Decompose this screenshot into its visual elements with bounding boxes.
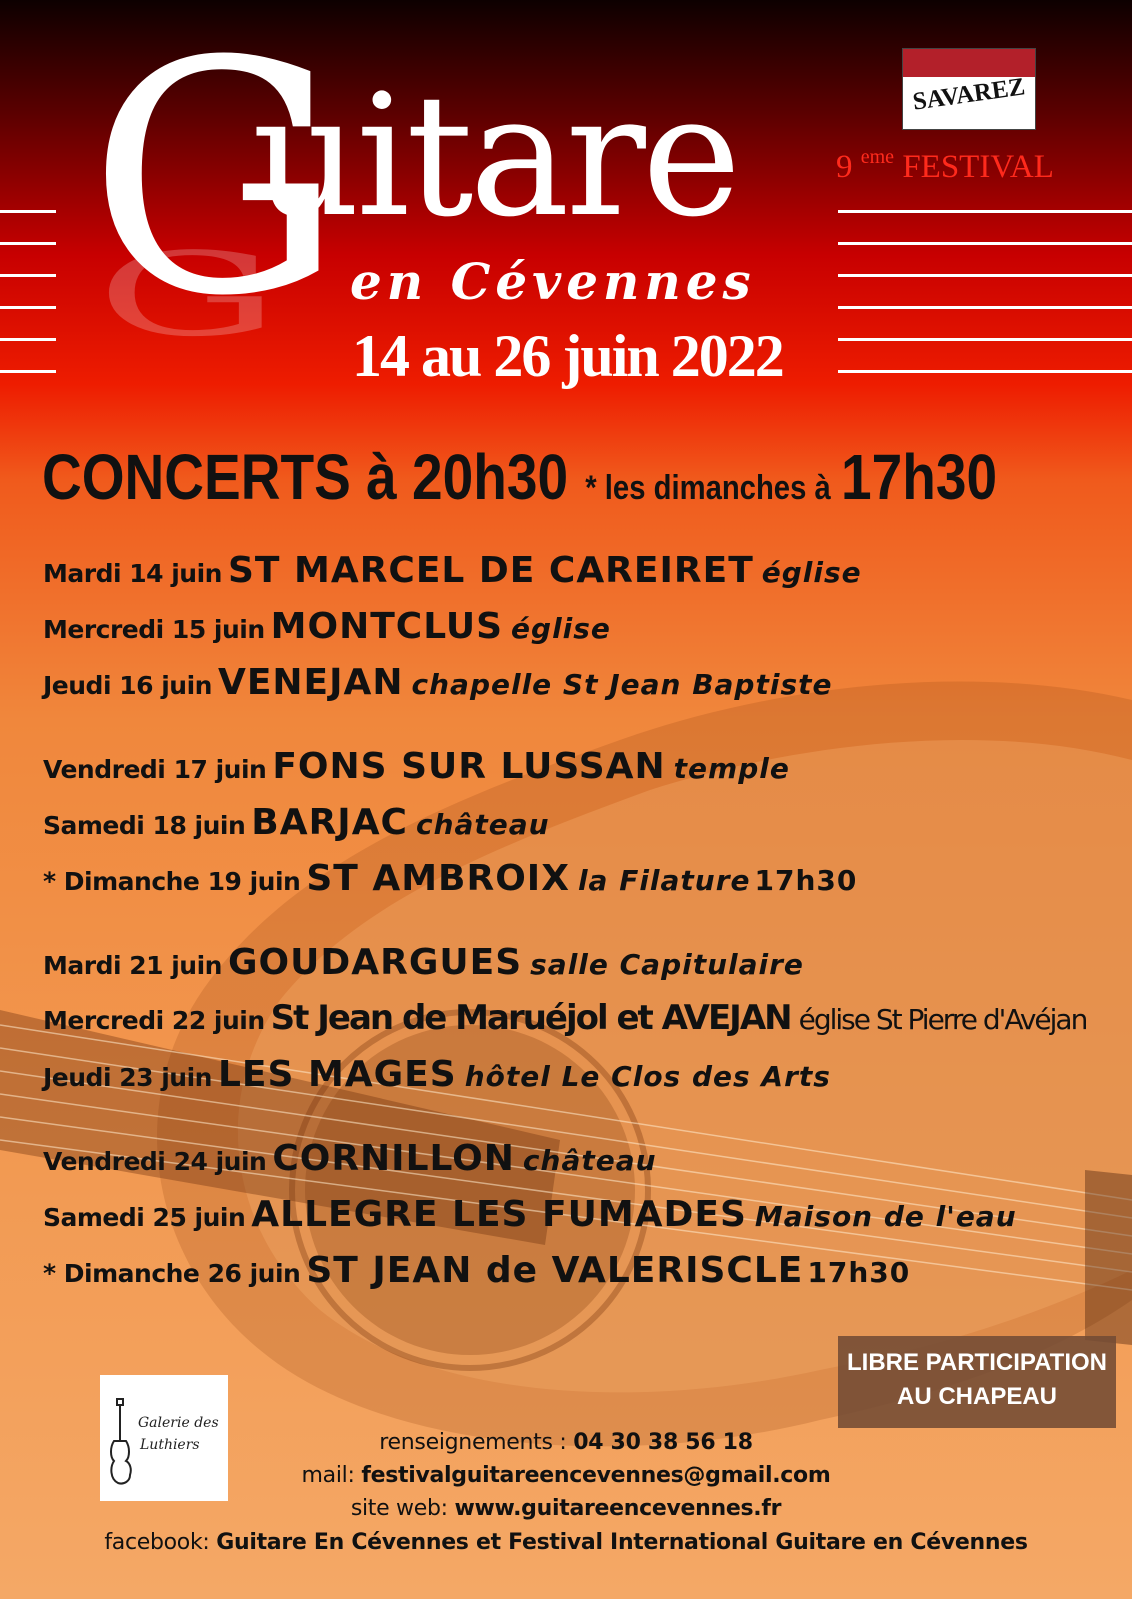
event-row: Vendredi 17 juin FONS SUR LUSSAN temple [43,746,790,787]
contact-website: site web: www.guitareencevennes.fr [0,1496,1132,1521]
event-day: Mardi 21 juin [43,951,222,980]
savarez-logo: SAVAREZ [902,48,1036,130]
email-label: mail: [301,1463,355,1488]
event-venue: château [522,1144,657,1177]
phone-number: 04 30 38 56 18 [573,1430,753,1455]
edition-number: 9 [836,149,853,185]
event-time: 17h30 [754,864,858,897]
event-place: LES MAGES [217,1054,457,1095]
facebook-label: facebook: [104,1530,210,1555]
page-title: uitare [252,58,741,254]
event-venue: Maison de l'eau [754,1200,1017,1233]
stripe [0,242,56,245]
event-venue: église St Pierre d'Avéjan [798,1003,1089,1036]
event-day: Samedi 25 juin [43,1203,246,1232]
festival-dates: 14 au 26 juin 2022 [352,323,785,389]
stripe [838,306,1132,309]
sunday-time: 17h30 [841,441,998,513]
event-row: Samedi 18 juin BARJAC château [43,802,550,843]
festival-poster: SAVAREZ 9 eme FESTIVAL G G uitare en Cév… [0,0,1132,1599]
stripe [838,242,1132,245]
event-day: * Dimanche 19 juin [43,867,301,896]
stripe [0,338,56,341]
logo-word: SAVAREZ [911,73,1027,116]
contact-phone: renseignements : 04 30 38 56 18 [0,1430,1132,1455]
stripe [0,210,56,213]
guitar-bridge [1085,1170,1132,1345]
event-place: CORNILLON [272,1138,515,1179]
event-day: Samedi 18 juin [43,811,246,840]
website-label: site web: [350,1496,448,1521]
stripe [0,274,56,277]
event-venue: église [761,556,862,589]
event-row: Mardi 14 juin ST MARCEL DE CAREIRET église [43,550,862,591]
event-venue: la Filature [577,864,751,897]
edition-word: FESTIVAL [902,149,1054,185]
event-place: ST JEAN de VALERISCLE [306,1250,804,1291]
event-row: Mercredi 22 juin St Jean de Maruéjol et A… [43,998,1089,1038]
event-day: Mercredi 22 juin [43,1006,265,1035]
website-link[interactable]: www.guitareencevennes.fr [454,1496,781,1521]
stripe [838,274,1132,277]
event-place: GOUDARGUES [227,942,523,983]
stripe [838,210,1132,213]
contact-email: mail: festivalguitareencevennes@gmail.co… [0,1463,1132,1488]
participation-line: LIBRE PARTICIPATION [847,1349,1107,1376]
stripe [838,338,1132,341]
event-row: Mardi 21 juin GOUDARGUES salle Capitulaire [43,942,804,983]
stripe [0,306,56,309]
event-row: * Dimanche 19 juin ST AMBROIX la Filature 1… [43,858,857,899]
event-place: BARJAC [251,802,408,843]
edition-suffix: eme [860,146,895,168]
facebook-page[interactable]: Guitare En Cévennes et Festival Internat… [216,1530,1028,1555]
logo-line: Galerie des [138,1415,219,1431]
event-venue: église [511,612,611,645]
event-day: * Dimanche 26 juin [43,1259,301,1288]
event-row: Samedi 25 juin ALLEGRE LES FUMADES Maison … [43,1194,1017,1235]
phone-label: renseignements : [379,1430,567,1455]
logo-band [903,49,1035,77]
participation-line: AU CHAPEAU [896,1383,1057,1410]
event-place: ST MARCEL DE CAREIRET [227,550,754,591]
concert-times: CONCERTS à 20h30 * les dimanches à 17h30 [42,440,997,514]
participation-box: LIBRE PARTICIPATION AU CHAPEAU [838,1336,1116,1428]
event-row: Jeudi 23 juin LES MAGES hôtel Le Clos des … [43,1054,831,1095]
contact-facebook: facebook: Guitare En Cévennes et Festiva… [0,1530,1132,1555]
event-row: Vendredi 24 juin CORNILLON château [43,1138,657,1179]
email-link[interactable]: festivalguitareencevennes@gmail.com [361,1463,830,1488]
stripe [0,370,56,373]
concerts-heading: CONCERTS à 20h30 [42,441,569,513]
event-day: Jeudi 23 juin [43,1063,212,1092]
event-day: Mardi 14 juin [43,559,222,588]
event-day: Mercredi 15 juin [43,615,265,644]
title-region: en Cévennes [350,252,756,311]
event-place: VENEJAN [217,662,404,703]
event-venue: chapelle St Jean Baptiste [411,668,833,701]
event-place: MONTCLUS [270,606,504,647]
event-venue: hôtel Le Clos des Arts [464,1060,831,1093]
event-venue: salle Capitulaire [530,948,804,981]
event-time: 17h30 [807,1256,911,1289]
event-day: Vendredi 24 juin [43,1147,267,1176]
event-place: ALLEGRE LES FUMADES [251,1194,747,1235]
event-place: FONS SUR LUSSAN [272,746,666,787]
event-row: * Dimanche 26 juin ST JEAN de VALERISCLE 1… [43,1250,910,1291]
event-day: Jeudi 16 juin [43,671,212,700]
event-venue: château [415,808,550,841]
edition-label: 9 eme FESTIVAL [836,146,1054,186]
event-place: St Jean de Maruéjol et AVEJAN [270,998,793,1038]
event-row: Jeudi 16 juin VENEJAN chapelle St Jean Bap… [43,662,833,703]
event-place: ST AMBROIX [306,858,570,899]
event-venue: temple [673,752,790,785]
sundays-note: * les dimanches à [585,469,831,507]
stripe [838,370,1132,373]
event-day: Vendredi 17 juin [43,755,267,784]
event-row: Mercredi 15 juin MONTCLUS église [43,606,611,647]
